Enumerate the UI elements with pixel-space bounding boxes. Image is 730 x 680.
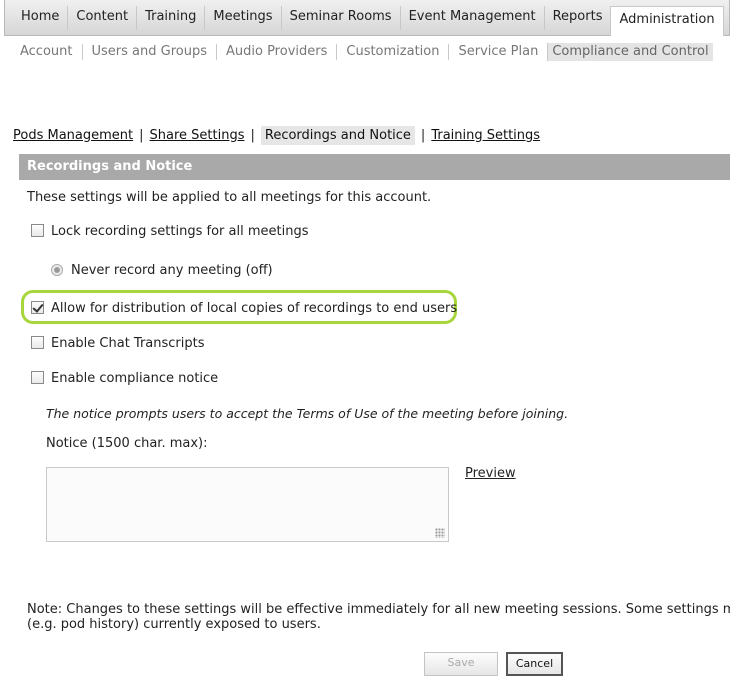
section-tab-training-settings[interactable]: Training Settings — [431, 128, 540, 143]
lock-recording-checkbox[interactable] — [31, 224, 44, 237]
enable-compliance-notice-checkbox[interactable] — [31, 371, 44, 384]
tab-meetings[interactable]: Meetings — [204, 5, 280, 30]
section-tabs: Pods Management | Share Settings | Recor… — [13, 125, 540, 145]
top-navigation: Home Content Training Meetings Seminar R… — [4, 0, 730, 36]
section-intro: These settings will be applied to all me… — [27, 190, 432, 205]
section-tab-share-settings[interactable]: Share Settings — [150, 128, 245, 143]
subnav-compliance-and-control[interactable]: Compliance and Control — [547, 43, 713, 61]
enable-compliance-notice-label: Enable compliance notice — [51, 371, 219, 386]
subnav-account[interactable]: Account — [13, 44, 82, 60]
tab-administration[interactable]: Administration — [610, 5, 724, 36]
enable-chat-transcripts-checkbox[interactable] — [31, 336, 44, 349]
resize-grip-icon[interactable] — [435, 528, 445, 538]
note-text-line2: (e.g. pod history) currently exposed to … — [27, 617, 321, 632]
tab-seminar-rooms[interactable]: Seminar Rooms — [280, 5, 400, 30]
section-tab-recordings-and-notice[interactable]: Recordings and Notice — [260, 125, 415, 145]
note-text-line1: Note: Changes to these settings will be … — [27, 602, 730, 617]
allow-distribution-checkbox[interactable] — [31, 301, 44, 314]
preview-link[interactable]: Preview — [465, 466, 516, 481]
tab-training[interactable]: Training — [136, 5, 204, 30]
subnav-users-and-groups[interactable]: Users and Groups — [81, 44, 216, 60]
never-record-label: Never record any meeting (off) — [71, 263, 273, 278]
never-record-radio[interactable] — [51, 264, 63, 276]
subnav-service-plan[interactable]: Service Plan — [448, 44, 547, 60]
lock-recording-label: Lock recording settings for all meetings — [51, 224, 309, 239]
tab-content[interactable]: Content — [67, 5, 136, 30]
notice-textarea[interactable] — [46, 467, 449, 542]
section-tab-pods-management[interactable]: Pods Management — [13, 128, 133, 143]
tab-home[interactable]: Home — [13, 6, 67, 30]
section-tab-separator: | — [420, 127, 426, 143]
enable-chat-transcripts-label: Enable Chat Transcripts — [51, 336, 205, 351]
notice-label: Notice (1500 char. max): — [46, 436, 208, 451]
notice-hint: The notice prompts users to accept the T… — [46, 406, 569, 421]
tab-reports[interactable]: Reports — [543, 5, 611, 30]
section-tab-separator: | — [139, 127, 144, 143]
section-tab-separator: | — [250, 127, 255, 143]
subnav-audio-providers[interactable]: Audio Providers — [215, 44, 336, 60]
cancel-button[interactable]: Cancel — [506, 652, 563, 676]
tab-event-management[interactable]: Event Management — [399, 5, 544, 30]
save-button[interactable]: Save — [424, 652, 498, 676]
subnav-customization[interactable]: Customization — [336, 44, 448, 60]
section-header: Recordings and Notice — [19, 154, 730, 180]
allow-distribution-label: Allow for distribution of local copies o… — [51, 301, 458, 316]
sub-navigation: Account Users and Groups Audio Providers… — [13, 41, 713, 63]
